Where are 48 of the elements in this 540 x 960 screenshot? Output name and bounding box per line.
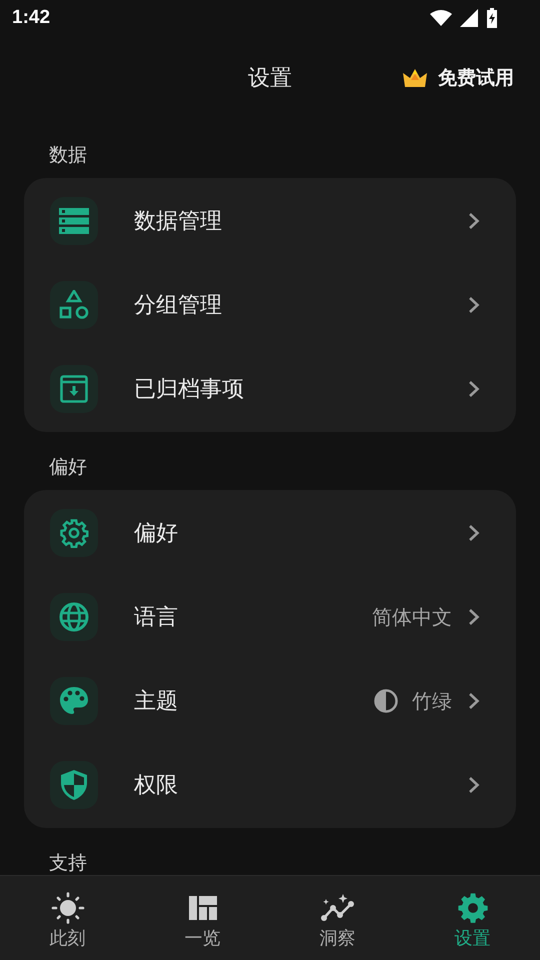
- row-value: 竹绿: [412, 688, 452, 714]
- crown-icon: [402, 68, 428, 88]
- globe-icon: [50, 593, 98, 641]
- row-label: 语言: [134, 604, 179, 632]
- archive-box-icon: [50, 365, 98, 413]
- signal-icon: [460, 9, 478, 27]
- settings-row[interactable]: 主题 竹绿: [24, 659, 516, 743]
- row-label: 数据管理: [134, 208, 223, 236]
- chevron-right-icon: [468, 380, 480, 398]
- gear-icon: [50, 509, 98, 557]
- row-label: 偏好: [134, 520, 179, 548]
- settings-row[interactable]: 分组管理: [24, 263, 516, 347]
- row-label: 已归档事项: [134, 376, 245, 404]
- settings-row[interactable]: 权限: [24, 743, 516, 827]
- chevron-right-icon: [468, 296, 480, 314]
- nav-tab[interactable]: 洞察: [270, 876, 405, 960]
- section-heading: 数据: [49, 144, 87, 166]
- nav-tab[interactable]: 一览: [135, 876, 270, 960]
- status-time: 1:42: [12, 7, 50, 29]
- server-list-icon: [50, 197, 98, 245]
- half-circle-icon: [374, 689, 398, 713]
- row-label: 主题: [134, 688, 179, 716]
- page-title: 设置: [248, 65, 292, 93]
- settings-icon: [456, 892, 488, 924]
- section-heading: 支持: [49, 852, 87, 874]
- settings-row[interactable]: 语言 简体中文: [24, 575, 516, 659]
- row-label: 权限: [134, 772, 179, 800]
- shield-icon: [50, 761, 98, 809]
- chevron-right-icon: [468, 692, 480, 710]
- nav-tab[interactable]: 设置: [405, 876, 540, 960]
- row-label: 分组管理: [134, 292, 223, 320]
- wifi-icon: [430, 10, 452, 26]
- free-trial-button[interactable]: 免费试用: [400, 63, 516, 93]
- trend-sparkle-icon: [320, 892, 354, 924]
- chevron-right-icon: [468, 776, 480, 794]
- battery-charging-icon: [486, 8, 498, 28]
- row-value: 简体中文: [372, 604, 452, 630]
- settings-row[interactable]: 已归档事项: [24, 347, 516, 431]
- chevron-right-icon: [468, 212, 480, 230]
- section-heading: 偏好: [49, 456, 87, 478]
- sun-icon: [50, 892, 84, 924]
- palette-icon: [50, 677, 98, 725]
- shapes-icon: [50, 281, 98, 329]
- settings-row[interactable]: 偏好: [24, 491, 516, 575]
- settings-row[interactable]: 数据管理: [24, 179, 516, 263]
- chevron-right-icon: [468, 524, 480, 542]
- chevron-right-icon: [468, 608, 480, 626]
- nav-tab[interactable]: 此刻: [0, 876, 135, 960]
